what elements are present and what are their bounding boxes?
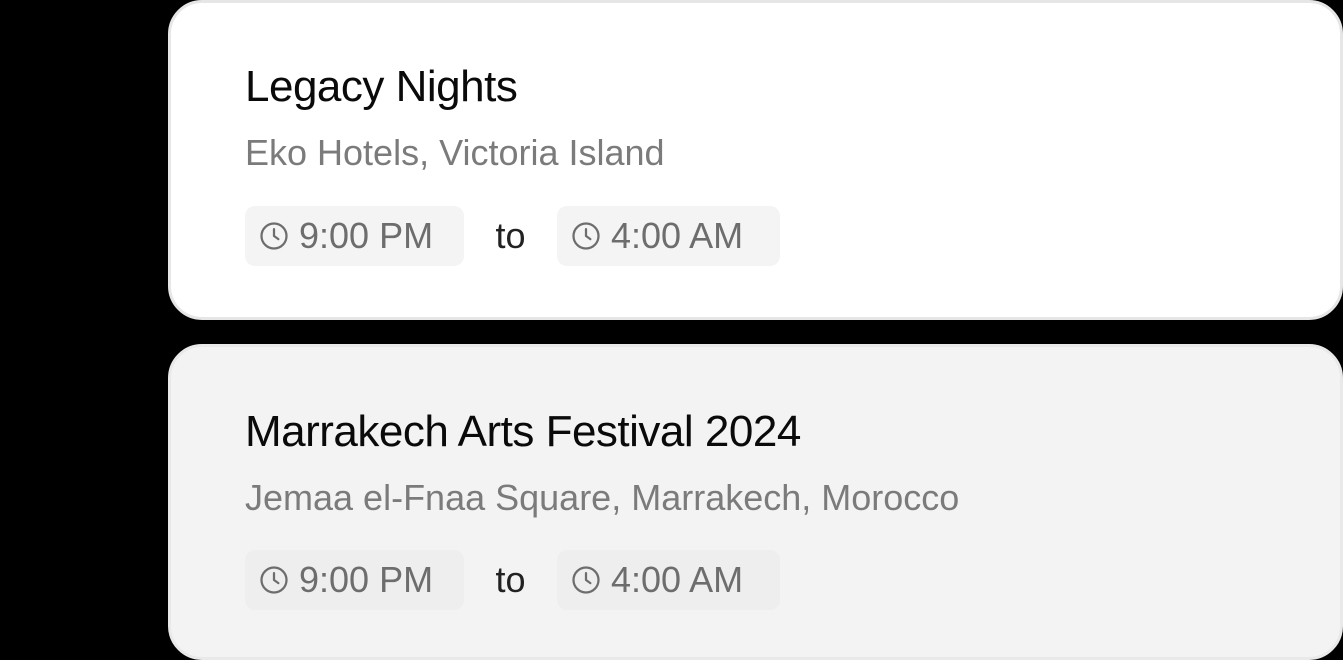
event-title: Legacy Nights	[245, 62, 518, 111]
time-separator: to	[495, 559, 526, 600]
end-time: 4:00 AM	[611, 559, 744, 600]
event-time-range: 9:00 PM to 4:00 AM	[245, 550, 780, 610]
event-time-range: 9:00 PM to 4:00 AM	[245, 206, 780, 266]
event-list: Legacy Nights Eko Hotels, Victoria Islan…	[168, 0, 1343, 660]
event-card[interactable]: Marrakech Arts Festival 2024 Jemaa el-Fn…	[168, 344, 1343, 660]
time-separator: to	[495, 215, 526, 256]
event-card[interactable]: Legacy Nights Eko Hotels, Victoria Islan…	[168, 0, 1343, 320]
clock-icon	[260, 222, 288, 250]
end-time: 4:00 AM	[611, 215, 744, 256]
clock-icon	[572, 222, 600, 250]
end-time-chip: 4:00 AM	[557, 550, 780, 610]
start-time-chip: 9:00 PM	[245, 206, 464, 266]
start-time-chip: 9:00 PM	[245, 550, 464, 610]
start-time: 9:00 PM	[299, 215, 434, 256]
clock-icon	[572, 566, 600, 594]
event-venue: Jemaa el-Fnaa Square, Marrakech, Morocco	[245, 477, 960, 518]
end-time-chip: 4:00 AM	[557, 206, 780, 266]
event-title: Marrakech Arts Festival 2024	[245, 407, 801, 456]
start-time: 9:00 PM	[299, 559, 434, 600]
event-venue: Eko Hotels, Victoria Island	[245, 132, 665, 173]
clock-icon	[260, 566, 288, 594]
